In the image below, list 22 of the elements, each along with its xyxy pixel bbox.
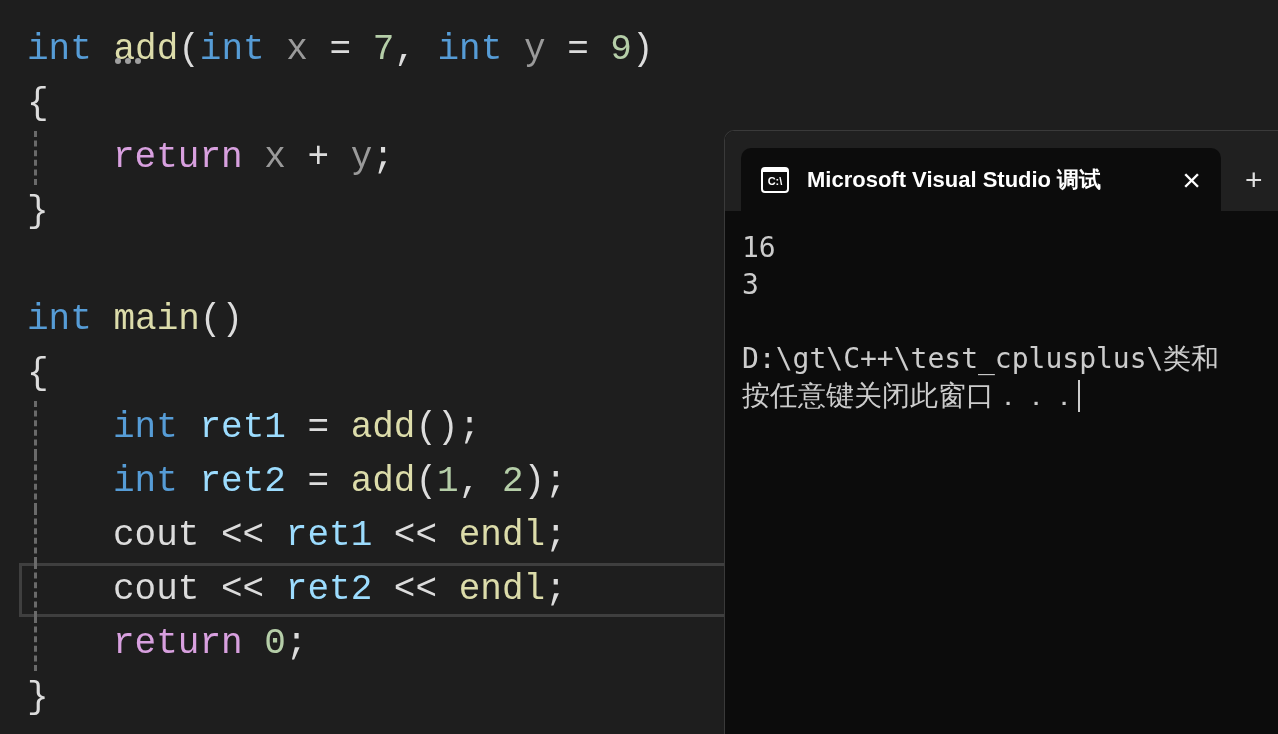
code-line: cout << ret2 << endl; [113, 568, 567, 612]
code-line: return 0; [113, 622, 308, 666]
console-line: D:\gt\C++\test_cplusplus\类和 [742, 341, 1220, 377]
console-icon: C:\ [761, 166, 789, 193]
tab-title: Microsoft Visual Studio 调试 [807, 166, 1103, 194]
code-line: int ret1 = add(); [113, 406, 481, 450]
terminal-tab[interactable]: C:\ Microsoft Visual Studio 调试 × [741, 148, 1221, 211]
code-line: cout << ret1 << endl; [113, 514, 567, 558]
code-line: int add(int x = 7, int y = 9) [27, 28, 654, 72]
code-line: int ret2 = add(1, 2); [113, 460, 567, 504]
new-tab-button[interactable]: + [1235, 148, 1263, 211]
brace: } [27, 676, 49, 720]
brace: } [27, 190, 49, 234]
brace: { [27, 82, 49, 126]
code-line: int main() [27, 298, 244, 342]
output-line: 16 [742, 230, 776, 266]
close-tab-button[interactable]: × [1182, 163, 1201, 196]
brace: { [27, 352, 49, 396]
indent-guide [34, 131, 37, 185]
console-line: 按任意键关闭此窗口．．． [742, 378, 1078, 414]
output-line: 3 [742, 267, 759, 303]
code-line: return x + y; [113, 136, 394, 180]
